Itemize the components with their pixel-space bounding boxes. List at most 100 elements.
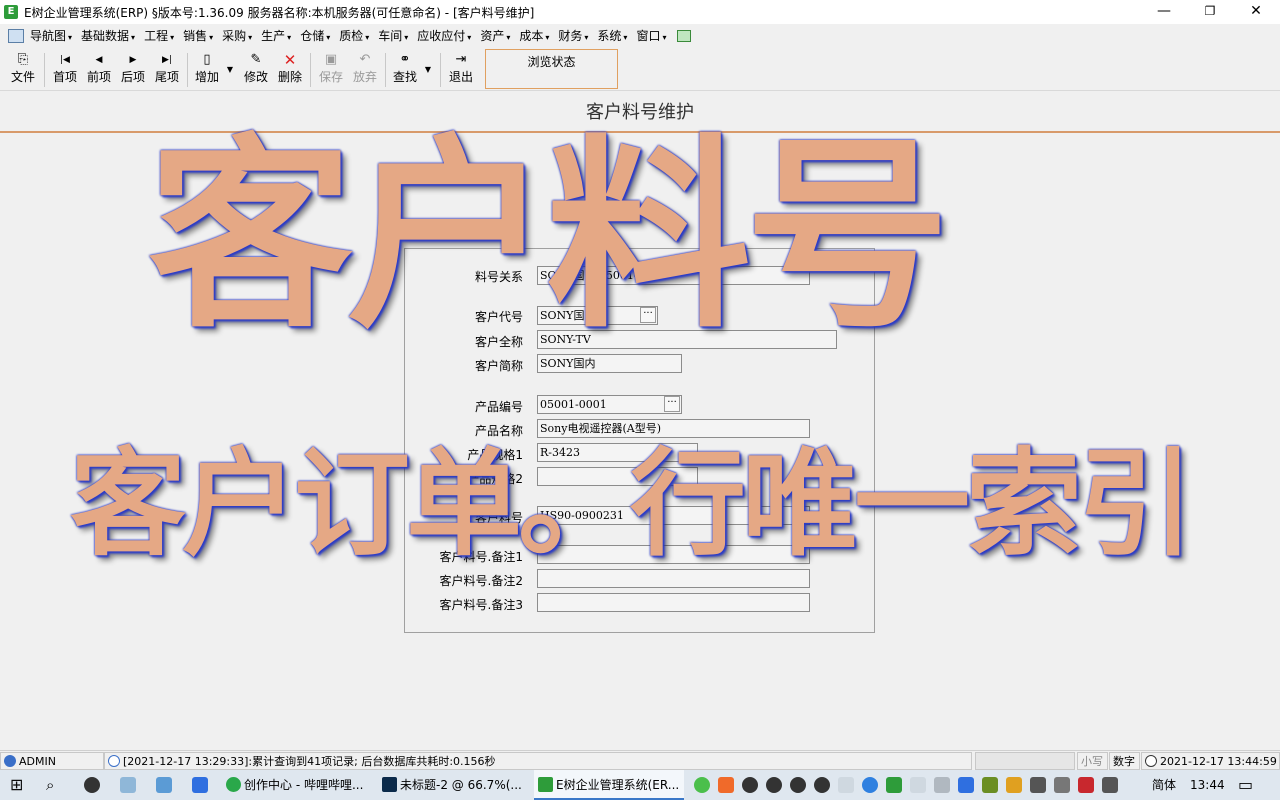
qq-icon[interactable] — [742, 777, 758, 793]
battery-icon[interactable] — [1030, 777, 1046, 793]
edit-icon: ✎ — [250, 52, 262, 67]
close-button[interactable]: ✕ — [1233, 0, 1279, 24]
relation-field[interactable]: SONY国内 05001-0001 — [537, 266, 810, 285]
chevron-down-icon: ▼ — [424, 65, 432, 74]
binoculars-icon: ⚭ — [399, 52, 411, 67]
prev-icon: ◀ — [95, 55, 103, 65]
photoshop-icon — [382, 777, 397, 792]
taskbar-app-erp[interactable]: E树企业管理系统(ER... — [534, 770, 684, 800]
menu-engineering[interactable]: 工程 ▾ — [144, 27, 174, 44]
customer-short-name-label: 客户简称 — [474, 359, 523, 373]
menu-finance[interactable]: 财务 ▾ — [558, 27, 588, 44]
menu-production[interactable]: 生产 ▾ — [261, 27, 291, 44]
qq-icon[interactable] — [790, 777, 806, 793]
tray-app-icon[interactable] — [1102, 777, 1118, 793]
menu-window[interactable]: 窗口 ▾ — [636, 27, 666, 44]
menu-bar: 导航图 ▾ 基础数据 ▾ 工程 ▾ 销售 ▾ 采购 ▾ 生产 ▾ 仓储 ▾ 质检 ▾ 车间 ▾ 应… — [0, 24, 1280, 47]
tray-app-icon[interactable] — [982, 777, 998, 793]
note3-field[interactable] — [537, 593, 810, 612]
menu-system[interactable]: 系统 ▾ — [597, 27, 627, 44]
taskbar-clock[interactable]: 13:44 — [1190, 770, 1225, 800]
security-shield-icon[interactable] — [1078, 777, 1094, 793]
find-button[interactable]: ⚭ 查找 — [390, 51, 420, 89]
menu-cost[interactable]: 成本 ▾ — [519, 27, 549, 44]
toolbar-divider — [44, 53, 45, 87]
note3-label: 客户料号.备注3 — [439, 598, 523, 612]
app-icon[interactable] — [192, 777, 208, 793]
last-button[interactable]: ▶| 尾项 — [152, 51, 182, 89]
volume-icon[interactable] — [838, 777, 854, 793]
tray-app-icon[interactable] — [862, 777, 878, 793]
ime-indicator[interactable]: 简体 — [1152, 770, 1176, 800]
note2-field[interactable] — [537, 569, 810, 588]
menu-app-icon[interactable] — [8, 28, 24, 43]
find-dropdown-button[interactable]: ▼ — [422, 51, 434, 89]
customer-part-label: 客户料号 — [474, 511, 523, 525]
status-progress — [975, 752, 1075, 770]
menu-purchase[interactable]: 采购 ▾ — [222, 27, 252, 44]
layout-icon[interactable] — [677, 29, 692, 42]
next-button[interactable]: ▶ 后项 — [118, 51, 148, 89]
notification-icon[interactable]: ▭ — [1238, 770, 1253, 800]
browser-icon — [226, 777, 241, 792]
app-logo-icon: E — [4, 5, 18, 19]
paperclip-icon: ⎘ — [17, 52, 29, 67]
wechat-icon[interactable] — [694, 777, 710, 793]
delete-x-icon: ✕ — [283, 51, 297, 69]
prev-button[interactable]: ◀ 前项 — [84, 51, 114, 89]
taskbar-app-photoshop[interactable]: 未标题-2 @ 66.7%(... — [378, 770, 528, 800]
wifi-icon[interactable] — [910, 777, 926, 793]
windows-start-icon[interactable]: ⊞ — [10, 773, 28, 797]
delete-button[interactable]: ✕ 删除 — [275, 51, 305, 89]
add-dropdown-button[interactable]: ▼ — [224, 51, 236, 89]
exit-button[interactable]: ⇥ 退出 — [446, 51, 476, 89]
qq-icon[interactable] — [84, 777, 100, 793]
product-spec1-field[interactable]: R-3423 — [537, 443, 698, 462]
add-button[interactable]: ▯ 增加 — [192, 51, 222, 89]
edit-button[interactable]: ✎ 修改 — [241, 51, 271, 89]
title-divider — [0, 131, 1280, 133]
taskbar-app-browser[interactable]: 创作中心 - 哔哩哔哩... — [222, 770, 372, 800]
status-lowercase: 小写 — [1077, 752, 1108, 770]
tray-app-icon[interactable] — [934, 777, 950, 793]
product-code-field[interactable]: 05001-0001 — [537, 395, 682, 414]
tray-app-icon[interactable] — [1054, 777, 1070, 793]
customer-short-name-field[interactable]: SONY国内 — [537, 354, 682, 373]
erp-tray-icon[interactable] — [886, 777, 902, 793]
menu-warehouse[interactable]: 仓储 ▾ — [300, 27, 330, 44]
discard-button[interactable]: ↶ 放弃 — [350, 51, 380, 89]
menu-navigation[interactable]: 导航图 ▾ — [30, 27, 72, 44]
search-icon[interactable]: ⌕ — [46, 773, 64, 797]
qq-icon[interactable] — [814, 777, 830, 793]
menu-quality[interactable]: 质检 ▾ — [339, 27, 369, 44]
save-button[interactable]: ▣ 保存 — [316, 51, 346, 89]
menu-assets[interactable]: 资产 ▾ — [480, 27, 510, 44]
menu-basic-data[interactable]: 基础数据 ▾ — [81, 27, 135, 44]
menu-workshop[interactable]: 车间 ▾ — [378, 27, 408, 44]
customer-part-field[interactable]: HS90-0900231 — [537, 506, 810, 525]
menu-sales[interactable]: 销售 ▾ — [183, 27, 213, 44]
taskbar: ⊞ ⌕ 创作中心 - 哔哩哔哩... 未标题-2 @ 66.7%(... E树企… — [0, 770, 1280, 800]
app-icon[interactable] — [120, 777, 136, 793]
product-name-label: 产品名称 — [474, 424, 523, 438]
qq-icon[interactable] — [766, 777, 782, 793]
file-button[interactable]: ⎘ 文件 — [8, 51, 38, 89]
app-icon[interactable] — [156, 777, 172, 793]
product-spec1-label: 产品规格1 — [467, 448, 523, 462]
product-spec2-field[interactable] — [537, 467, 698, 486]
menu-receivable[interactable]: 应收应付 ▾ — [417, 27, 471, 44]
tray-app-icon[interactable] — [718, 777, 734, 793]
status-user: ADMIN — [0, 752, 104, 770]
maximize-button[interactable]: ❐ — [1187, 0, 1233, 24]
minimize-button[interactable]: — — [1141, 0, 1187, 24]
tray-app-icon[interactable] — [958, 777, 974, 793]
customer-full-name-field[interactable]: SONY-TV — [537, 330, 837, 349]
first-button[interactable]: |◀ 首项 — [50, 51, 80, 89]
customer-code-lookup-button[interactable]: ··· — [640, 307, 656, 323]
tray-app-icon[interactable] — [1006, 777, 1022, 793]
customer-full-name-label: 客户全称 — [474, 335, 523, 349]
exit-door-icon: ⇥ — [455, 52, 467, 67]
note1-field[interactable] — [537, 545, 810, 564]
product-code-lookup-button[interactable]: ··· — [664, 396, 680, 412]
product-name-field[interactable]: Sony电视遥控器(A型号) — [537, 419, 810, 438]
